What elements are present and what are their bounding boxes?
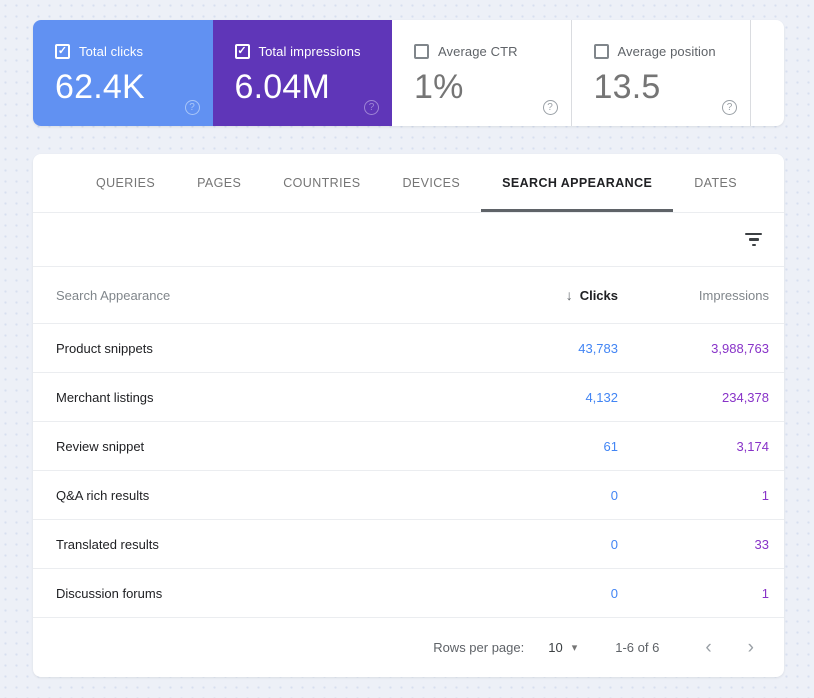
metric-card-label: Total clicks (79, 44, 144, 59)
table-row[interactable]: Review snippet 61 3,174 (33, 422, 784, 471)
row-clicks: 4,132 (585, 389, 618, 405)
metric-cards-strip: ✓ Total clicks 62.4K ? ✓ Total impressio… (33, 20, 784, 126)
report-panel: QUERIES PAGES COUNTRIES DEVICES SEARCH A… (33, 154, 784, 677)
row-impressions: 1 (761, 585, 769, 601)
checkbox-unchecked-icon[interactable] (593, 44, 609, 59)
checkbox-checked-icon[interactable]: ✓ (55, 44, 70, 59)
table-row[interactable]: Discussion forums 0 1 (33, 569, 784, 618)
column-header-clicks[interactable]: ↓ Clicks (498, 287, 618, 303)
prev-page-icon[interactable]: ‹ (705, 638, 711, 657)
row-impressions: 33 (754, 536, 769, 552)
pagination-range: 1-6 of 6 (615, 640, 660, 655)
column-header-impressions[interactable]: Impressions (618, 288, 769, 303)
column-header-dimension: Search Appearance (56, 287, 171, 303)
metric-card-header: ✓ Total clicks (55, 44, 213, 59)
row-dimension: Review snippet (56, 438, 145, 454)
metric-card-label: Average CTR (438, 44, 518, 59)
table-row[interactable]: Q&A rich results 0 1 (33, 471, 784, 520)
help-icon[interactable]: ? (184, 100, 200, 115)
row-dimension: Merchant listings (56, 389, 154, 405)
table-header-row: Search Appearance ↓ Clicks Impressions (33, 267, 784, 324)
help-icon[interactable]: ? (722, 100, 737, 115)
tab-pages[interactable]: PAGES (176, 154, 262, 212)
help-icon[interactable]: ? (364, 100, 379, 115)
checkbox-checked-icon[interactable]: ✓ (234, 44, 250, 59)
row-impressions: 1 (761, 487, 769, 503)
row-clicks: 0 (610, 487, 618, 503)
metric-card-header: ✓ Total impressions (234, 44, 393, 59)
tab-queries[interactable]: QUERIES (75, 154, 176, 212)
row-impressions: 3,174 (736, 438, 769, 454)
row-dimension: Q&A rich results (56, 487, 150, 503)
row-dimension: Translated results (56, 536, 159, 552)
next-page-icon[interactable]: › (748, 638, 754, 657)
sort-desc-icon: ↓ (565, 287, 573, 303)
dropdown-arrow-icon: ▾ (571, 642, 578, 654)
rows-per-page-label: Rows per page: (433, 640, 525, 655)
checkbox-unchecked-icon[interactable] (414, 44, 429, 59)
row-impressions: 3,988,763 (711, 340, 769, 356)
row-dimension: Discussion forums (56, 585, 163, 601)
row-clicks: 61 (603, 438, 618, 454)
rows-per-page-select[interactable]: 10 ▾ (548, 640, 577, 655)
tab-dates[interactable]: DATES (673, 154, 758, 212)
tab-countries[interactable]: COUNTRIES (262, 154, 381, 212)
metric-card-label: Total impressions (258, 44, 361, 59)
filter-icon[interactable] (745, 232, 762, 248)
row-clicks: 43,783 (578, 340, 618, 356)
metric-card-header: Average position (593, 44, 751, 59)
pagination-bar: Rows per page: 10 ▾ 1-6 of 6 ‹ › (33, 618, 784, 677)
tab-search-appearance[interactable]: SEARCH APPEARANCE (481, 154, 673, 212)
help-icon[interactable]: ? (542, 100, 558, 115)
metric-card-average-ctr[interactable]: Average CTR 1% ? (392, 20, 572, 126)
table-row[interactable]: Product snippets 43,783 3,988,763 (33, 324, 784, 373)
row-dimension: Product snippets (56, 340, 153, 356)
metric-card-label: Average position (617, 44, 716, 59)
rows-per-page-value: 10 (548, 640, 563, 655)
row-clicks: 0 (610, 536, 618, 552)
metric-card-average-position[interactable]: Average position 13.5 ? (571, 20, 751, 126)
row-impressions: 234,378 (722, 389, 769, 405)
metric-card-total-impressions[interactable]: ✓ Total impressions 6.04M ? (212, 20, 393, 126)
table-row[interactable]: Merchant listings 4,132 234,378 (33, 373, 784, 422)
row-clicks: 0 (610, 585, 618, 601)
tab-devices[interactable]: DEVICES (381, 154, 481, 212)
metric-card-header: Average CTR (414, 44, 571, 59)
dimension-tabs: QUERIES PAGES COUNTRIES DEVICES SEARCH A… (33, 154, 784, 213)
metric-card-total-clicks[interactable]: ✓ Total clicks 62.4K ? (33, 20, 213, 126)
table-row[interactable]: Translated results 0 33 (33, 520, 784, 569)
table-toolbar (33, 213, 784, 267)
